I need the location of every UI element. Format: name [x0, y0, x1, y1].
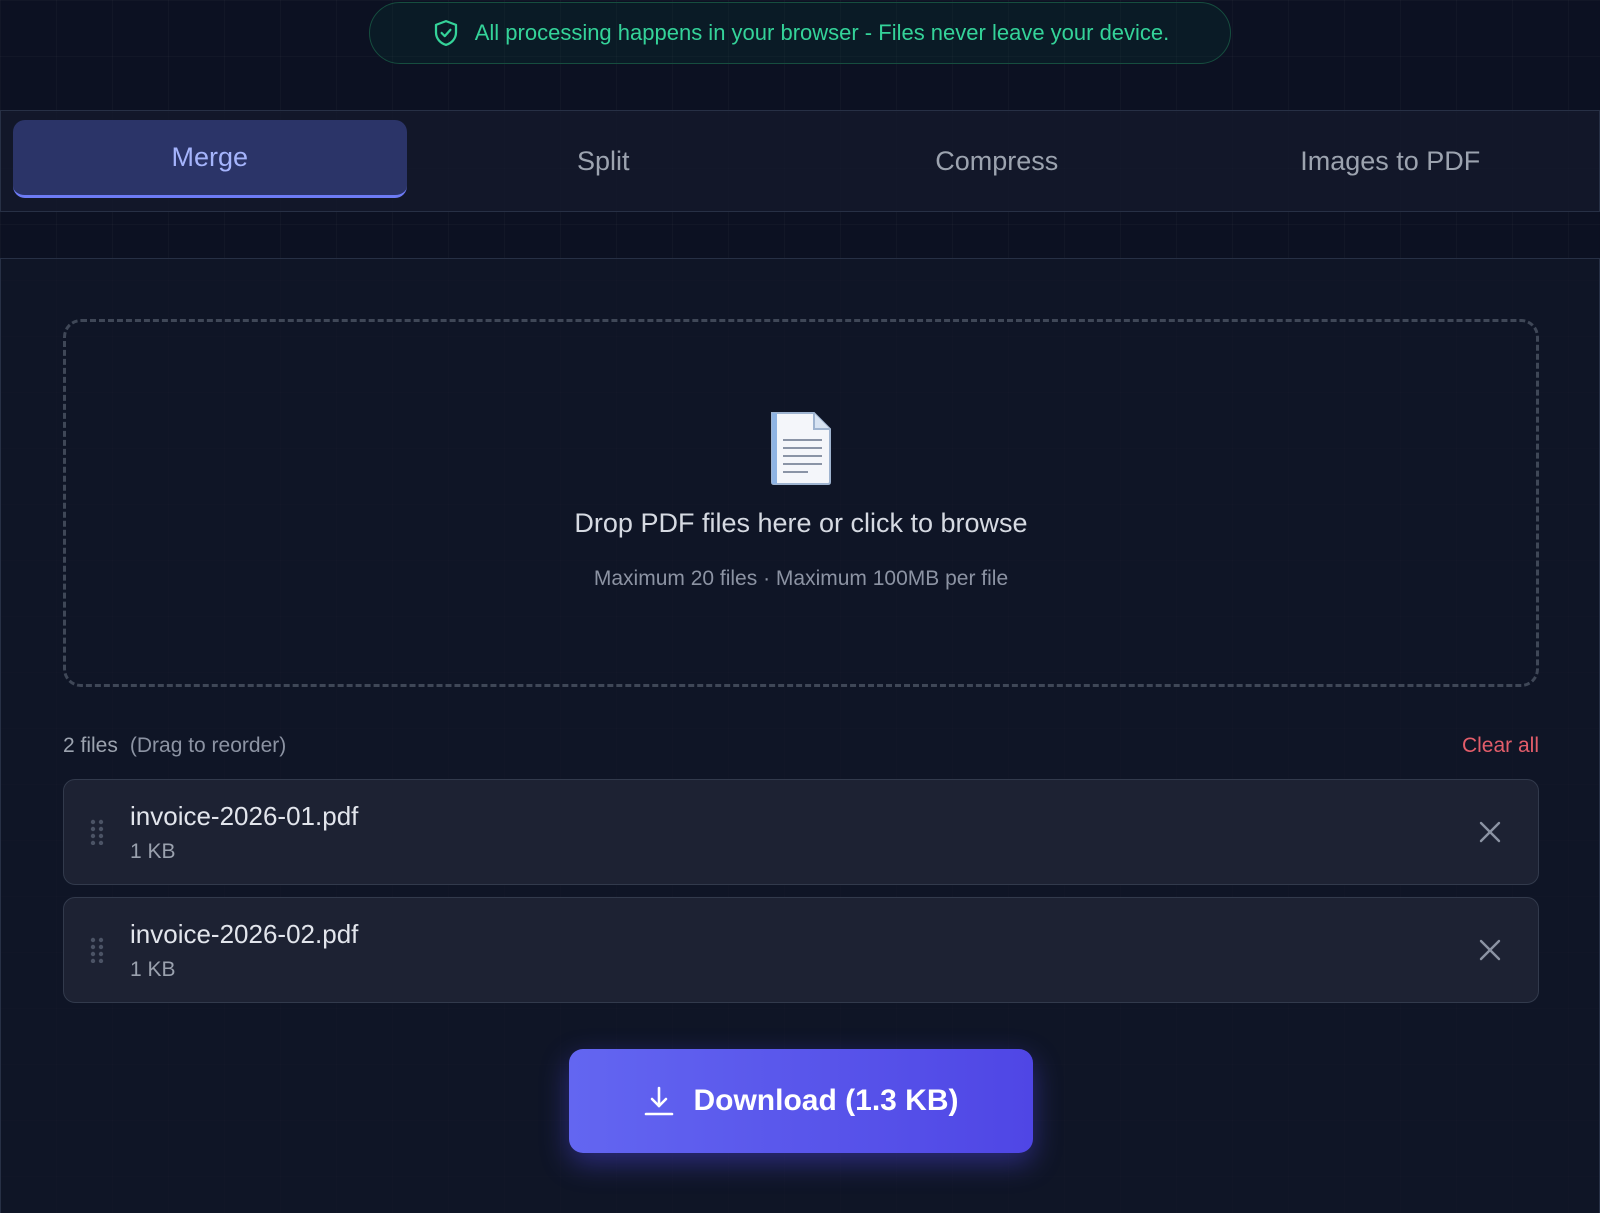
- tool-tabs: Merge Split Compress Images to PDF: [0, 110, 1600, 212]
- file-size: 1 KB: [130, 957, 176, 981]
- file-name: invoice-2026-02.pdf: [130, 918, 359, 949]
- remove-file-button[interactable]: [1468, 810, 1512, 854]
- document-icon: [771, 412, 831, 485]
- file-name: invoice-2026-01.pdf: [130, 800, 359, 831]
- merge-panel: Drop PDF files here or click to browse M…: [0, 258, 1600, 1213]
- tab-split[interactable]: Split: [407, 122, 801, 200]
- file-size: 1 KB: [130, 839, 176, 863]
- dropzone-subtitle: Maximum 20 files · Maximum 100MB per fil…: [593, 567, 1009, 590]
- download-button[interactable]: Download (1.3 KB): [569, 1049, 1033, 1153]
- tab-images-to-pdf[interactable]: Images to PDF: [1194, 122, 1588, 200]
- dropzone-title: Drop PDF files here or click to browse: [574, 508, 1028, 538]
- shield-check-icon: [434, 20, 457, 46]
- tab-compress[interactable]: Compress: [800, 122, 1194, 200]
- privacy-banner-text: All processing happens in your browser -…: [474, 20, 1170, 45]
- close-icon: [1479, 939, 1501, 961]
- reorder-hint: (Drag to reorder): [129, 734, 287, 757]
- download-button-label: Download (1.3 KB): [693, 1084, 959, 1117]
- file-dropzone[interactable]: Drop PDF files here or click to browse M…: [63, 319, 1539, 687]
- privacy-banner: All processing happens in your browser -…: [369, 2, 1231, 64]
- file-list-item[interactable]: invoice-2026-02.pdf 1 KB: [63, 897, 1539, 1003]
- files-header: 2 files (Drag to reorder) Clear all: [63, 731, 1539, 761]
- close-icon: [1479, 821, 1501, 843]
- download-icon: [645, 1086, 674, 1116]
- file-list-item[interactable]: invoice-2026-01.pdf 1 KB: [63, 779, 1539, 885]
- drag-handle-icon[interactable]: [64, 819, 130, 845]
- remove-file-button[interactable]: [1468, 928, 1512, 972]
- clear-all-button[interactable]: Clear all: [1462, 734, 1539, 758]
- file-count-label: 2 files: [63, 734, 118, 757]
- tab-merge[interactable]: Merge: [13, 120, 407, 198]
- drag-handle-icon[interactable]: [64, 937, 130, 963]
